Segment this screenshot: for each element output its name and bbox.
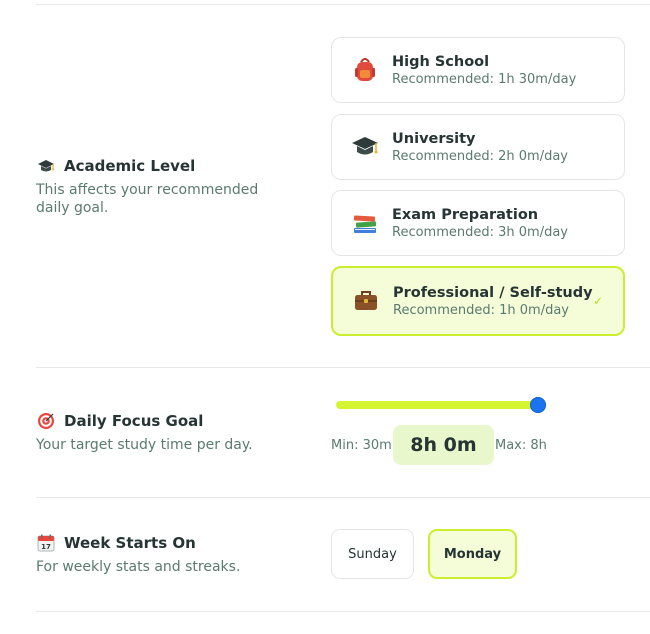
level-name: Exam Preparation [392,206,539,223]
academic-level-description: This affects your recommended daily goal… [36,182,259,216]
daily-focus-title: Daily Focus Goal [64,412,204,430]
divider-top [36,4,650,5]
focus-max-label: Max: 8h [495,438,547,453]
graduation-cap-icon [350,132,380,162]
focus-goal-slider-track[interactable] [336,401,540,409]
daily-focus-section: Daily Focus Goal Your target study time … [36,411,296,454]
week-start-title: Week Starts On [64,534,196,552]
level-option-exam-preparation[interactable]: Exam Preparation Recommended: 3h 0m/day [331,190,625,256]
divider-focus-week [36,497,650,498]
academic-level-section: Academic Level This affects your recomme… [36,156,296,217]
graduation-cap-icon [36,156,56,176]
target-icon [36,411,56,431]
backpack-icon [350,55,380,85]
level-recommended: Recommended: 1h 0m/day [393,302,569,318]
briefcase-icon [351,286,381,316]
level-name: High School [392,53,490,70]
calendar-icon-date: 17 [41,543,51,551]
academic-level-title: Academic Level [64,157,196,175]
calendar-icon: 17 [36,533,56,553]
level-name: University [392,130,476,147]
divider-bottom [36,611,650,612]
level-recommended: Recommended: 3h 0m/day [392,224,568,240]
level-recommended: Recommended: 2h 0m/day [392,148,568,164]
level-recommended: Recommended: 1h 30m/day [392,71,577,87]
week-start-section: 17 Week Starts On For weekly stats and s… [36,533,296,576]
level-option-professional[interactable]: Professional / Self-study Recommended: 1… [331,266,625,336]
focus-goal-value: 8h 0m [393,425,494,465]
divider-academic-focus [36,367,650,368]
level-name: Professional / Self-study [393,284,593,301]
checkmark-icon: ✓ [592,294,603,308]
focus-min-label: Min: 30m [331,438,392,453]
level-option-high-school[interactable]: High School Recommended: 1h 30m/day [331,37,625,103]
week-start-monday-button[interactable]: Monday [428,529,517,579]
focus-goal-slider-thumb[interactable] [530,397,546,413]
week-start-description: For weekly stats and streaks. [36,559,241,575]
daily-focus-description: Your target study time per day. [36,437,253,453]
books-icon [350,208,380,238]
level-option-university[interactable]: University Recommended: 2h 0m/day [331,114,625,180]
week-start-sunday-button[interactable]: Sunday [331,529,414,579]
